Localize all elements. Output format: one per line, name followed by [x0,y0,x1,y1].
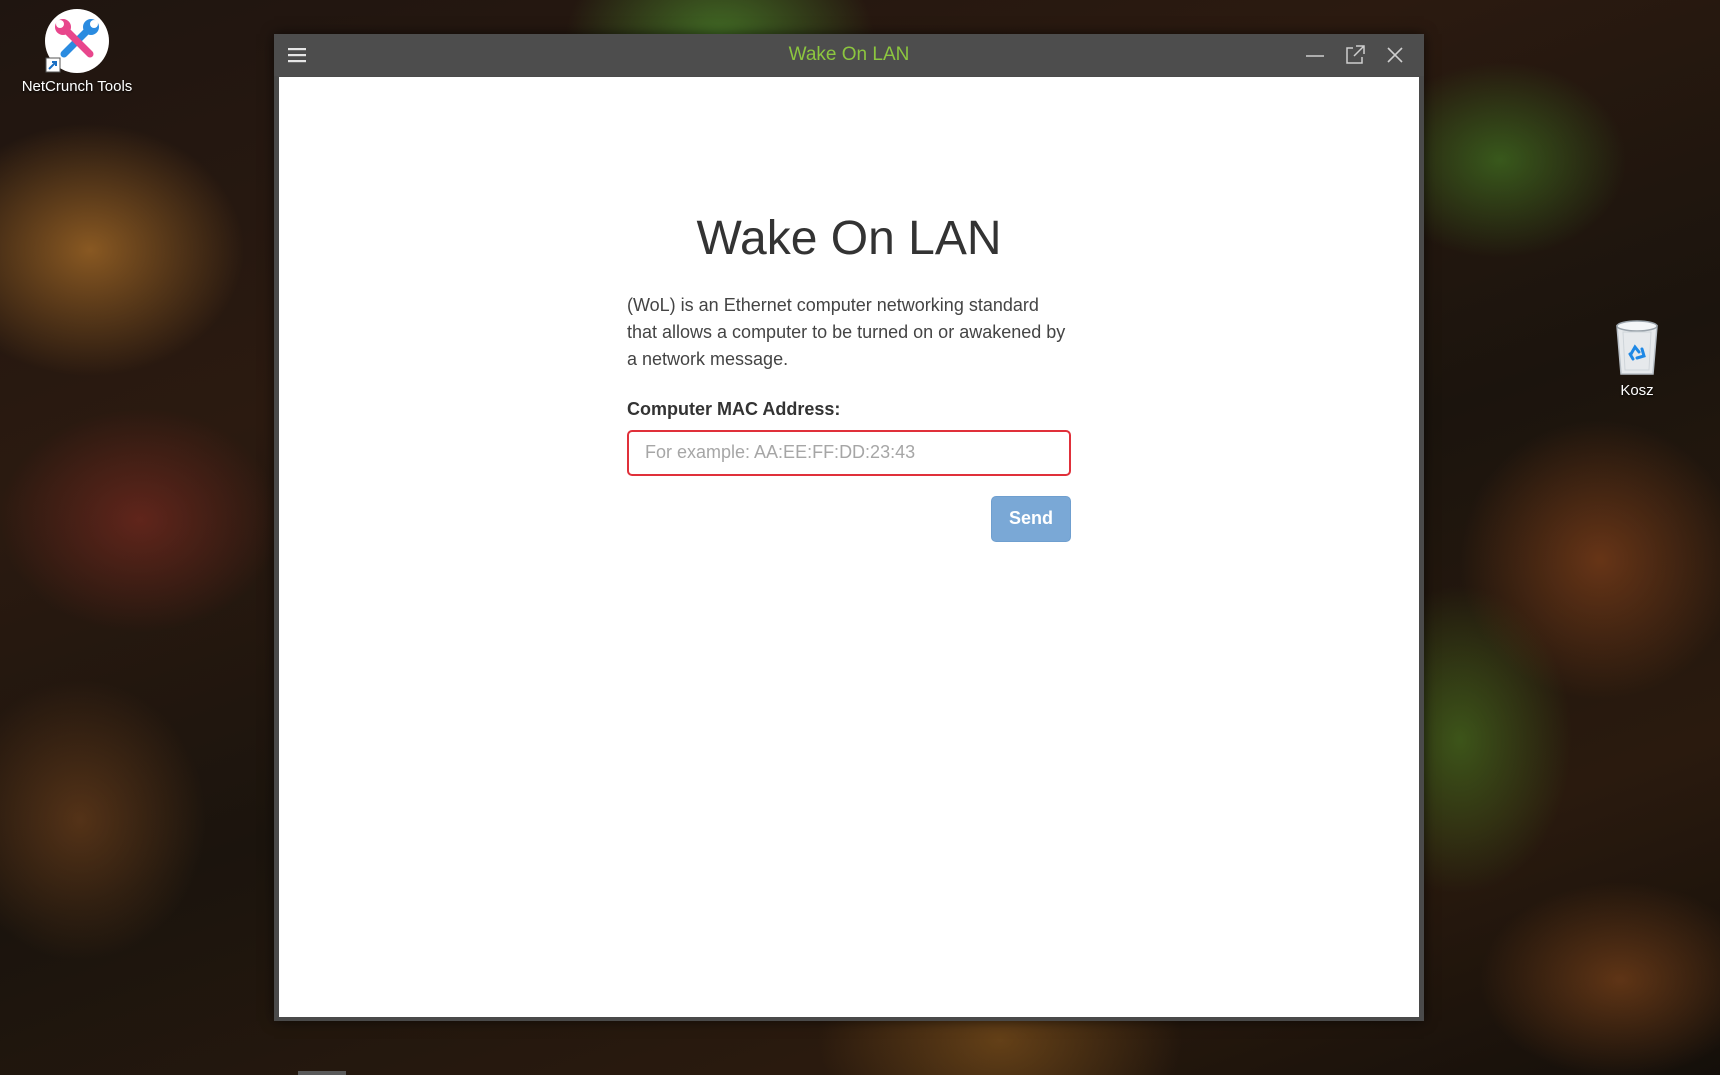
page-title: Wake On LAN [696,212,1002,265]
desktop-icon-netcrunch-tools[interactable]: NetCrunch Tools [12,8,142,95]
netcrunch-tools-icon [45,9,109,73]
minimize-icon[interactable] [1302,42,1328,68]
window-content: Wake On LAN (WoL) is an Ethernet compute… [279,77,1419,1017]
recycle-bin-icon [1616,320,1658,375]
form-actions: Send [627,495,1071,542]
wol-description: (WoL) is an Ethernet computer networking… [627,294,1066,369]
popout-icon[interactable] [1342,42,1368,68]
mac-address-input[interactable] [627,429,1071,476]
taskbar-edge [298,1071,346,1075]
menu-icon[interactable] [288,46,306,64]
close-icon[interactable] [1382,42,1408,68]
wol-form: Wake On LAN (WoL) is an Ethernet compute… [627,212,1071,542]
window-title: Wake On LAN [788,44,910,65]
desktop: NetCrunch Tools Kosz Wake On LAN Wake On… [0,0,1720,1075]
mac-address-label: Computer MAC Address: [627,398,841,419]
wake-on-lan-window: Wake On LAN Wake On LAN (WoL) is an Ethe… [274,34,1424,1021]
desktop-icon-recycle-bin[interactable]: Kosz [1600,318,1674,399]
desktop-icon-label: Kosz [1620,382,1654,399]
window-titlebar[interactable]: Wake On LAN [274,34,1424,76]
send-button[interactable]: Send [991,495,1071,542]
desktop-icon-label: NetCrunch Tools [21,78,133,95]
